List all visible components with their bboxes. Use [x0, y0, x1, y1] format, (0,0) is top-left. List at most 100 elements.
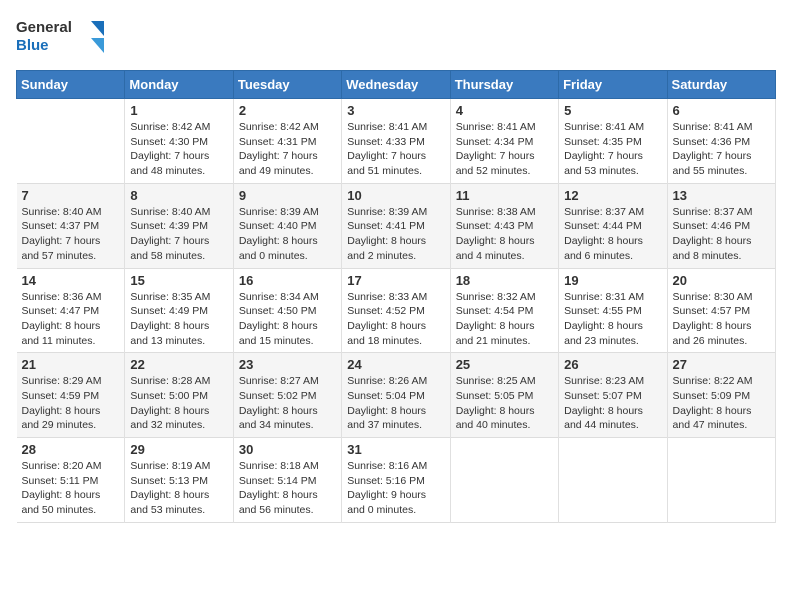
header-cell-friday: Friday [559, 71, 667, 99]
day-detail: Sunrise: 8:41 AM Sunset: 4:36 PM Dayligh… [673, 120, 770, 179]
day-number: 9 [239, 188, 336, 203]
day-number: 8 [130, 188, 227, 203]
week-row-3: 14 Sunrise: 8:36 AM Sunset: 4:47 PM Dayli… [17, 268, 776, 353]
day-number: 11 [456, 188, 553, 203]
day-number: 18 [456, 273, 553, 288]
day-detail: Sunrise: 8:39 AM Sunset: 4:41 PM Dayligh… [347, 205, 444, 264]
calendar-cell [17, 99, 125, 184]
day-number: 2 [239, 103, 336, 118]
day-number: 28 [22, 442, 120, 457]
calendar-cell: 19 Sunrise: 8:31 AM Sunset: 4:55 PM Dayli… [559, 268, 667, 353]
day-detail: Sunrise: 8:27 AM Sunset: 5:02 PM Dayligh… [239, 374, 336, 433]
day-detail: Sunrise: 8:36 AM Sunset: 4:47 PM Dayligh… [22, 290, 120, 349]
day-detail: Sunrise: 8:37 AM Sunset: 4:44 PM Dayligh… [564, 205, 661, 264]
calendar-cell: 27Sunrise: 8:22 AM Sunset: 5:09 PM Dayli… [667, 353, 775, 438]
day-number: 10 [347, 188, 444, 203]
calendar-cell: 30Sunrise: 8:18 AM Sunset: 5:14 PM Dayli… [233, 438, 341, 523]
logo-svg: General Blue [16, 16, 106, 58]
day-number: 13 [673, 188, 770, 203]
calendar-cell: 26 Sunrise: 8:23 AM Sunset: 5:07 PM Dayli… [559, 353, 667, 438]
day-number: 25 [456, 357, 553, 372]
header-cell-wednesday: Wednesday [342, 71, 450, 99]
calendar-cell: 21 Sunrise: 8:29 AM Sunset: 4:59 PM Dayli… [17, 353, 125, 438]
week-row-2: 7 Sunrise: 8:40 AM Sunset: 4:37 PM Daylig… [17, 183, 776, 268]
day-detail: Sunrise: 8:41 AM Sunset: 4:35 PM Dayligh… [564, 120, 661, 179]
calendar-cell: 10 Sunrise: 8:39 AM Sunset: 4:41 PM Dayli… [342, 183, 450, 268]
day-detail: Sunrise: 8:19 AM Sunset: 5:13 PM Dayligh… [130, 459, 227, 518]
day-number: 19 [564, 273, 661, 288]
calendar-cell: 9 Sunrise: 8:39 AM Sunset: 4:40 PM Daylig… [233, 183, 341, 268]
calendar-body: 1Sunrise: 8:42 AM Sunset: 4:30 PM Daylig… [17, 99, 776, 523]
calendar-cell: 12 Sunrise: 8:37 AM Sunset: 4:44 PM Dayli… [559, 183, 667, 268]
calendar-cell: 8 Sunrise: 8:40 AM Sunset: 4:39 PM Daylig… [125, 183, 233, 268]
day-detail: Sunrise: 8:40 AM Sunset: 4:39 PM Dayligh… [130, 205, 227, 264]
day-detail: Sunrise: 8:32 AM Sunset: 4:54 PM Dayligh… [456, 290, 553, 349]
day-number: 24 [347, 357, 444, 372]
day-detail: Sunrise: 8:30 AM Sunset: 4:57 PM Dayligh… [673, 290, 770, 349]
logo: General Blue [16, 16, 106, 58]
day-detail: Sunrise: 8:20 AM Sunset: 5:11 PM Dayligh… [22, 459, 120, 518]
calendar-cell: 23 Sunrise: 8:27 AM Sunset: 5:02 PM Dayli… [233, 353, 341, 438]
week-row-5: 28 Sunrise: 8:20 AM Sunset: 5:11 PM Dayli… [17, 438, 776, 523]
day-detail: Sunrise: 8:41 AM Sunset: 4:34 PM Dayligh… [456, 120, 553, 179]
day-detail: Sunrise: 8:29 AM Sunset: 4:59 PM Dayligh… [22, 374, 120, 433]
day-detail: Sunrise: 8:25 AM Sunset: 5:05 PM Dayligh… [456, 374, 553, 433]
day-detail: Sunrise: 8:31 AM Sunset: 4:55 PM Dayligh… [564, 290, 661, 349]
day-number: 23 [239, 357, 336, 372]
calendar-cell: 3Sunrise: 8:41 AM Sunset: 4:33 PM Daylig… [342, 99, 450, 184]
day-number: 3 [347, 103, 444, 118]
calendar-cell: 28 Sunrise: 8:20 AM Sunset: 5:11 PM Dayli… [17, 438, 125, 523]
day-detail: Sunrise: 8:23 AM Sunset: 5:07 PM Dayligh… [564, 374, 661, 433]
day-detail: Sunrise: 8:22 AM Sunset: 5:09 PM Dayligh… [673, 374, 770, 433]
header-row: SundayMondayTuesdayWednesdayThursdayFrid… [17, 71, 776, 99]
calendar-cell: 14 Sunrise: 8:36 AM Sunset: 4:47 PM Dayli… [17, 268, 125, 353]
day-number: 14 [22, 273, 120, 288]
day-detail: Sunrise: 8:39 AM Sunset: 4:40 PM Dayligh… [239, 205, 336, 264]
calendar-cell: 17 Sunrise: 8:33 AM Sunset: 4:52 PM Dayli… [342, 268, 450, 353]
day-number: 4 [456, 103, 553, 118]
calendar-cell [667, 438, 775, 523]
day-number: 30 [239, 442, 336, 457]
header-cell-thursday: Thursday [450, 71, 558, 99]
day-number: 31 [347, 442, 444, 457]
calendar-cell: 18 Sunrise: 8:32 AM Sunset: 4:54 PM Dayli… [450, 268, 558, 353]
day-detail: Sunrise: 8:40 AM Sunset: 4:37 PM Dayligh… [22, 205, 120, 264]
day-number: 12 [564, 188, 661, 203]
calendar-cell: 25 Sunrise: 8:25 AM Sunset: 5:05 PM Dayli… [450, 353, 558, 438]
day-detail: Sunrise: 8:35 AM Sunset: 4:49 PM Dayligh… [130, 290, 227, 349]
calendar-cell: 13 Sunrise: 8:37 AM Sunset: 4:46 PM Dayli… [667, 183, 775, 268]
day-detail: Sunrise: 8:37 AM Sunset: 4:46 PM Dayligh… [673, 205, 770, 264]
day-number: 26 [564, 357, 661, 372]
day-detail: Sunrise: 8:16 AM Sunset: 5:16 PM Dayligh… [347, 459, 444, 518]
calendar-cell [450, 438, 558, 523]
calendar-cell: 7 Sunrise: 8:40 AM Sunset: 4:37 PM Daylig… [17, 183, 125, 268]
day-number: 6 [673, 103, 770, 118]
header: General Blue [16, 16, 776, 58]
day-detail: Sunrise: 8:38 AM Sunset: 4:43 PM Dayligh… [456, 205, 553, 264]
day-detail: Sunrise: 8:28 AM Sunset: 5:00 PM Dayligh… [130, 374, 227, 433]
calendar-header: SundayMondayTuesdayWednesdayThursdayFrid… [17, 71, 776, 99]
header-cell-tuesday: Tuesday [233, 71, 341, 99]
calendar-cell: 4 Sunrise: 8:41 AM Sunset: 4:34 PM Daylig… [450, 99, 558, 184]
header-cell-sunday: Sunday [17, 71, 125, 99]
calendar-cell: 6 Sunrise: 8:41 AM Sunset: 4:36 PM Daylig… [667, 99, 775, 184]
day-number: 22 [130, 357, 227, 372]
calendar-cell: 20Sunrise: 8:30 AM Sunset: 4:57 PM Dayli… [667, 268, 775, 353]
day-number: 21 [22, 357, 120, 372]
calendar-table: SundayMondayTuesdayWednesdayThursdayFrid… [16, 70, 776, 523]
day-number: 17 [347, 273, 444, 288]
svg-text:General: General [16, 19, 72, 36]
day-detail: Sunrise: 8:42 AM Sunset: 4:30 PM Dayligh… [130, 120, 227, 179]
day-detail: Sunrise: 8:34 AM Sunset: 4:50 PM Dayligh… [239, 290, 336, 349]
day-detail: Sunrise: 8:33 AM Sunset: 4:52 PM Dayligh… [347, 290, 444, 349]
calendar-cell: 22 Sunrise: 8:28 AM Sunset: 5:00 PM Dayli… [125, 353, 233, 438]
header-cell-monday: Monday [125, 71, 233, 99]
day-number: 7 [22, 188, 120, 203]
calendar-cell: 1Sunrise: 8:42 AM Sunset: 4:30 PM Daylig… [125, 99, 233, 184]
day-detail: Sunrise: 8:26 AM Sunset: 5:04 PM Dayligh… [347, 374, 444, 433]
calendar-cell [559, 438, 667, 523]
week-row-1: 1Sunrise: 8:42 AM Sunset: 4:30 PM Daylig… [17, 99, 776, 184]
calendar-cell: 29Sunrise: 8:19 AM Sunset: 5:13 PM Dayli… [125, 438, 233, 523]
day-number: 16 [239, 273, 336, 288]
calendar-cell: 11 Sunrise: 8:38 AM Sunset: 4:43 PM Dayli… [450, 183, 558, 268]
